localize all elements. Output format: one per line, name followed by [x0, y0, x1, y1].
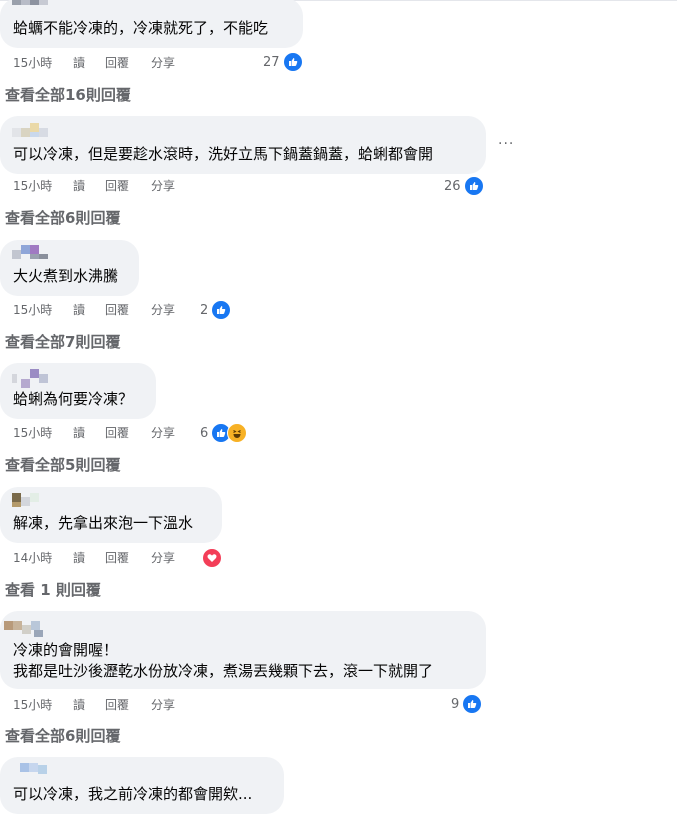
read-button[interactable]: 讀: [73, 178, 85, 194]
reaction-count: 26: [444, 178, 461, 194]
read-button[interactable]: 讀: [73, 55, 85, 71]
like-icon: [282, 52, 303, 72]
comment-bubble: 大火煮到水沸騰: [0, 240, 139, 296]
reactions[interactable]: 2: [200, 300, 232, 320]
read-button[interactable]: 讀: [73, 550, 85, 566]
reply-button[interactable]: 回覆: [105, 425, 129, 441]
comment-time[interactable]: 15小時: [13, 178, 52, 194]
reactions[interactable]: [199, 548, 222, 568]
view-all-replies[interactable]: 查看全部6則回覆: [5, 725, 120, 746]
reaction-count: 9: [451, 696, 460, 712]
reply-button[interactable]: 回覆: [105, 302, 129, 318]
comment-time[interactable]: 15小時: [13, 302, 52, 318]
like-icon: [211, 300, 232, 320]
read-button[interactable]: 讀: [73, 302, 85, 318]
like-icon: [463, 176, 484, 196]
comment-time[interactable]: 14小時: [13, 550, 52, 566]
comment-text: 可以冷凍，但是要趁水滾時，洗好立馬下鍋蓋鍋蓋，蛤蜊都會開: [13, 145, 434, 163]
comment-time[interactable]: 15小時: [13, 697, 52, 713]
view-all-replies[interactable]: 查看全部16則回覆: [5, 84, 131, 105]
comment-bubble: 蛤蠣不能冷凍的，冷凍就死了，不能吃: [0, 0, 303, 48]
view-all-replies[interactable]: 查看全部5則回覆: [5, 454, 120, 475]
reaction-count: 6: [200, 425, 209, 441]
reactions[interactable]: 9: [451, 694, 483, 714]
share-button[interactable]: 分享: [151, 550, 175, 566]
reply-button[interactable]: 回覆: [105, 178, 129, 194]
comment-bubble: 冷凍的會開喔！ 我都是吐沙後瀝乾水份放冷凍，煮湯丟幾顆下去，滾一下就開了: [0, 611, 486, 689]
comment-text: 蛤蜊為何要冷凍？: [13, 390, 134, 408]
comment-text-line-2: 我都是吐沙後瀝乾水份放冷凍，煮湯丟幾顆下去，滾一下就開了: [13, 662, 434, 680]
comment-text: 大火煮到水沸騰: [13, 267, 119, 285]
reaction-count: 27: [263, 54, 280, 70]
share-button[interactable]: 分享: [151, 697, 175, 713]
comment-time[interactable]: 15小時: [13, 425, 52, 441]
comment-text: 蛤蠣不能冷凍的，冷凍就死了，不能吃: [13, 19, 269, 37]
comment-text: 可以冷凍，我之前冷凍的都會開欸...: [13, 785, 253, 803]
like-icon: [462, 694, 483, 714]
view-all-replies[interactable]: 查看 1 則回覆: [5, 579, 101, 600]
comment-bubble: 蛤蜊為何要冷凍？: [0, 363, 156, 419]
comment-text: 解凍，先拿出來泡一下溫水: [13, 514, 194, 532]
reactions[interactable]: 26: [444, 176, 484, 196]
reply-button[interactable]: 回覆: [105, 55, 129, 71]
more-options-icon[interactable]: ···: [498, 136, 514, 152]
haha-icon: [227, 423, 248, 443]
comment-bubble: 可以冷凍，我之前冷凍的都會開欸...: [0, 757, 284, 814]
comment-bubble: 解凍，先拿出來泡一下溫水: [0, 487, 222, 543]
comment-time[interactable]: 15小時: [13, 55, 52, 71]
heart-icon: [202, 548, 222, 568]
reply-button[interactable]: 回覆: [105, 550, 129, 566]
read-button[interactable]: 讀: [73, 425, 85, 441]
reply-button[interactable]: 回覆: [105, 697, 129, 713]
comment-text-line-1: 冷凍的會開喔！: [13, 641, 119, 659]
share-button[interactable]: 分享: [151, 178, 175, 194]
share-button[interactable]: 分享: [151, 425, 175, 441]
share-button[interactable]: 分享: [151, 302, 175, 318]
reactions[interactable]: 6: [200, 423, 248, 443]
reactions[interactable]: 27: [263, 52, 303, 72]
view-all-replies[interactable]: 查看全部6則回覆: [5, 207, 120, 228]
reaction-count: 2: [200, 302, 209, 318]
view-all-replies[interactable]: 查看全部7則回覆: [5, 331, 120, 352]
comment-bubble: 可以冷凍，但是要趁水滾時，洗好立馬下鍋蓋鍋蓋，蛤蜊都會開: [0, 116, 486, 174]
share-button[interactable]: 分享: [151, 55, 175, 71]
read-button[interactable]: 讀: [73, 697, 85, 713]
